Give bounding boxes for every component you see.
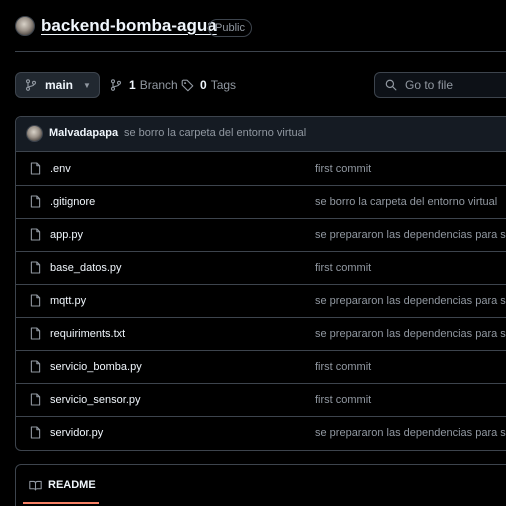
file-icon	[30, 162, 41, 175]
file-list: Malvadapapa se borro la carpeta del ento…	[15, 116, 506, 451]
active-tab-indicator	[23, 502, 99, 504]
search-icon	[385, 79, 397, 91]
tags-count: 0	[200, 78, 207, 92]
file-icon	[30, 228, 41, 241]
git-branch-icon	[25, 79, 37, 91]
file-commit-message[interactable]: se prepararon las dependencias para su	[315, 229, 506, 241]
file-commit-message[interactable]: first commit	[315, 361, 371, 373]
file-row[interactable]: requiriments.txt se prepararon las depen…	[16, 318, 506, 351]
file-row[interactable]: servicio_sensor.py first commit	[16, 384, 506, 417]
latest-commit-row: Malvadapapa se borro la carpeta del ento…	[16, 117, 506, 152]
file-icon	[30, 195, 41, 208]
book-icon	[29, 480, 42, 490]
file-icon	[30, 393, 41, 406]
file-row[interactable]: base_datos.py first commit	[16, 252, 506, 285]
file-commit-message[interactable]: se prepararon las dependencias para su	[315, 427, 506, 439]
go-to-file-placeholder: Go to file	[405, 78, 454, 92]
file-row[interactable]: servicio_bomba.py first commit	[16, 351, 506, 384]
file-icon	[30, 360, 41, 373]
file-icon	[30, 327, 41, 340]
commit-message[interactable]: se borro la carpeta del entorno virtual	[124, 127, 306, 139]
file-commit-message[interactable]: se prepararon las dependencias para su	[315, 328, 506, 340]
readme-tab[interactable]: README	[29, 479, 96, 491]
visibility-badge: Public	[208, 19, 252, 37]
file-commit-message[interactable]: first commit	[315, 163, 371, 175]
git-branch-icon	[110, 79, 122, 91]
file-commit-message[interactable]: first commit	[315, 394, 371, 406]
repo-header: backend-bomba-agua Public	[0, 0, 506, 52]
file-name[interactable]: servidor.py	[50, 427, 103, 439]
file-commit-message[interactable]: first commit	[315, 262, 371, 274]
file-name[interactable]: servicio_bomba.py	[50, 361, 142, 373]
branch-name: main	[45, 78, 74, 92]
tags-label: Tags	[210, 78, 237, 92]
file-row[interactable]: .gitignore se borro la carpeta del entor…	[16, 186, 506, 219]
go-to-file-input[interactable]: Go to file	[374, 72, 506, 98]
commit-author[interactable]: Malvadapapa	[49, 127, 118, 139]
file-name[interactable]: .env	[50, 163, 71, 175]
file-row[interactable]: app.py se prepararon las dependencias pa…	[16, 219, 506, 252]
tag-icon	[181, 79, 194, 91]
file-row[interactable]: servidor.py se prepararon las dependenci…	[16, 417, 506, 450]
file-commit-message[interactable]: se borro la carpeta del entorno virtual	[315, 196, 497, 208]
readme-tab-label: README	[48, 479, 96, 491]
file-icon	[30, 294, 41, 307]
readme-panel: README	[15, 464, 506, 506]
header-divider	[15, 51, 506, 52]
file-name[interactable]: requiriments.txt	[50, 328, 125, 340]
file-row[interactable]: mqtt.py se prepararon las dependencias p…	[16, 285, 506, 318]
branch-select-button[interactable]: main ▼	[15, 72, 100, 98]
repo-title-link[interactable]: backend-bomba-agua	[41, 16, 217, 36]
tags-link[interactable]: 0 Tags	[181, 78, 236, 92]
file-icon	[30, 426, 41, 439]
commit-author-avatar[interactable]	[26, 125, 43, 142]
chevron-down-icon: ▼	[83, 80, 91, 90]
branches-link[interactable]: 1 Branch	[110, 78, 178, 92]
file-icon	[30, 261, 41, 274]
file-name[interactable]: base_datos.py	[50, 262, 122, 274]
file-commit-message[interactable]: se prepararon las dependencias para su	[315, 295, 506, 307]
file-name[interactable]: servicio_sensor.py	[50, 394, 141, 406]
file-name[interactable]: .gitignore	[50, 196, 95, 208]
file-name[interactable]: mqtt.py	[50, 295, 86, 307]
branch-label: Branch	[139, 78, 178, 92]
file-name[interactable]: app.py	[50, 229, 83, 241]
owner-avatar[interactable]	[15, 16, 35, 36]
branch-count: 1	[129, 78, 136, 92]
file-row[interactable]: .env first commit	[16, 153, 506, 186]
